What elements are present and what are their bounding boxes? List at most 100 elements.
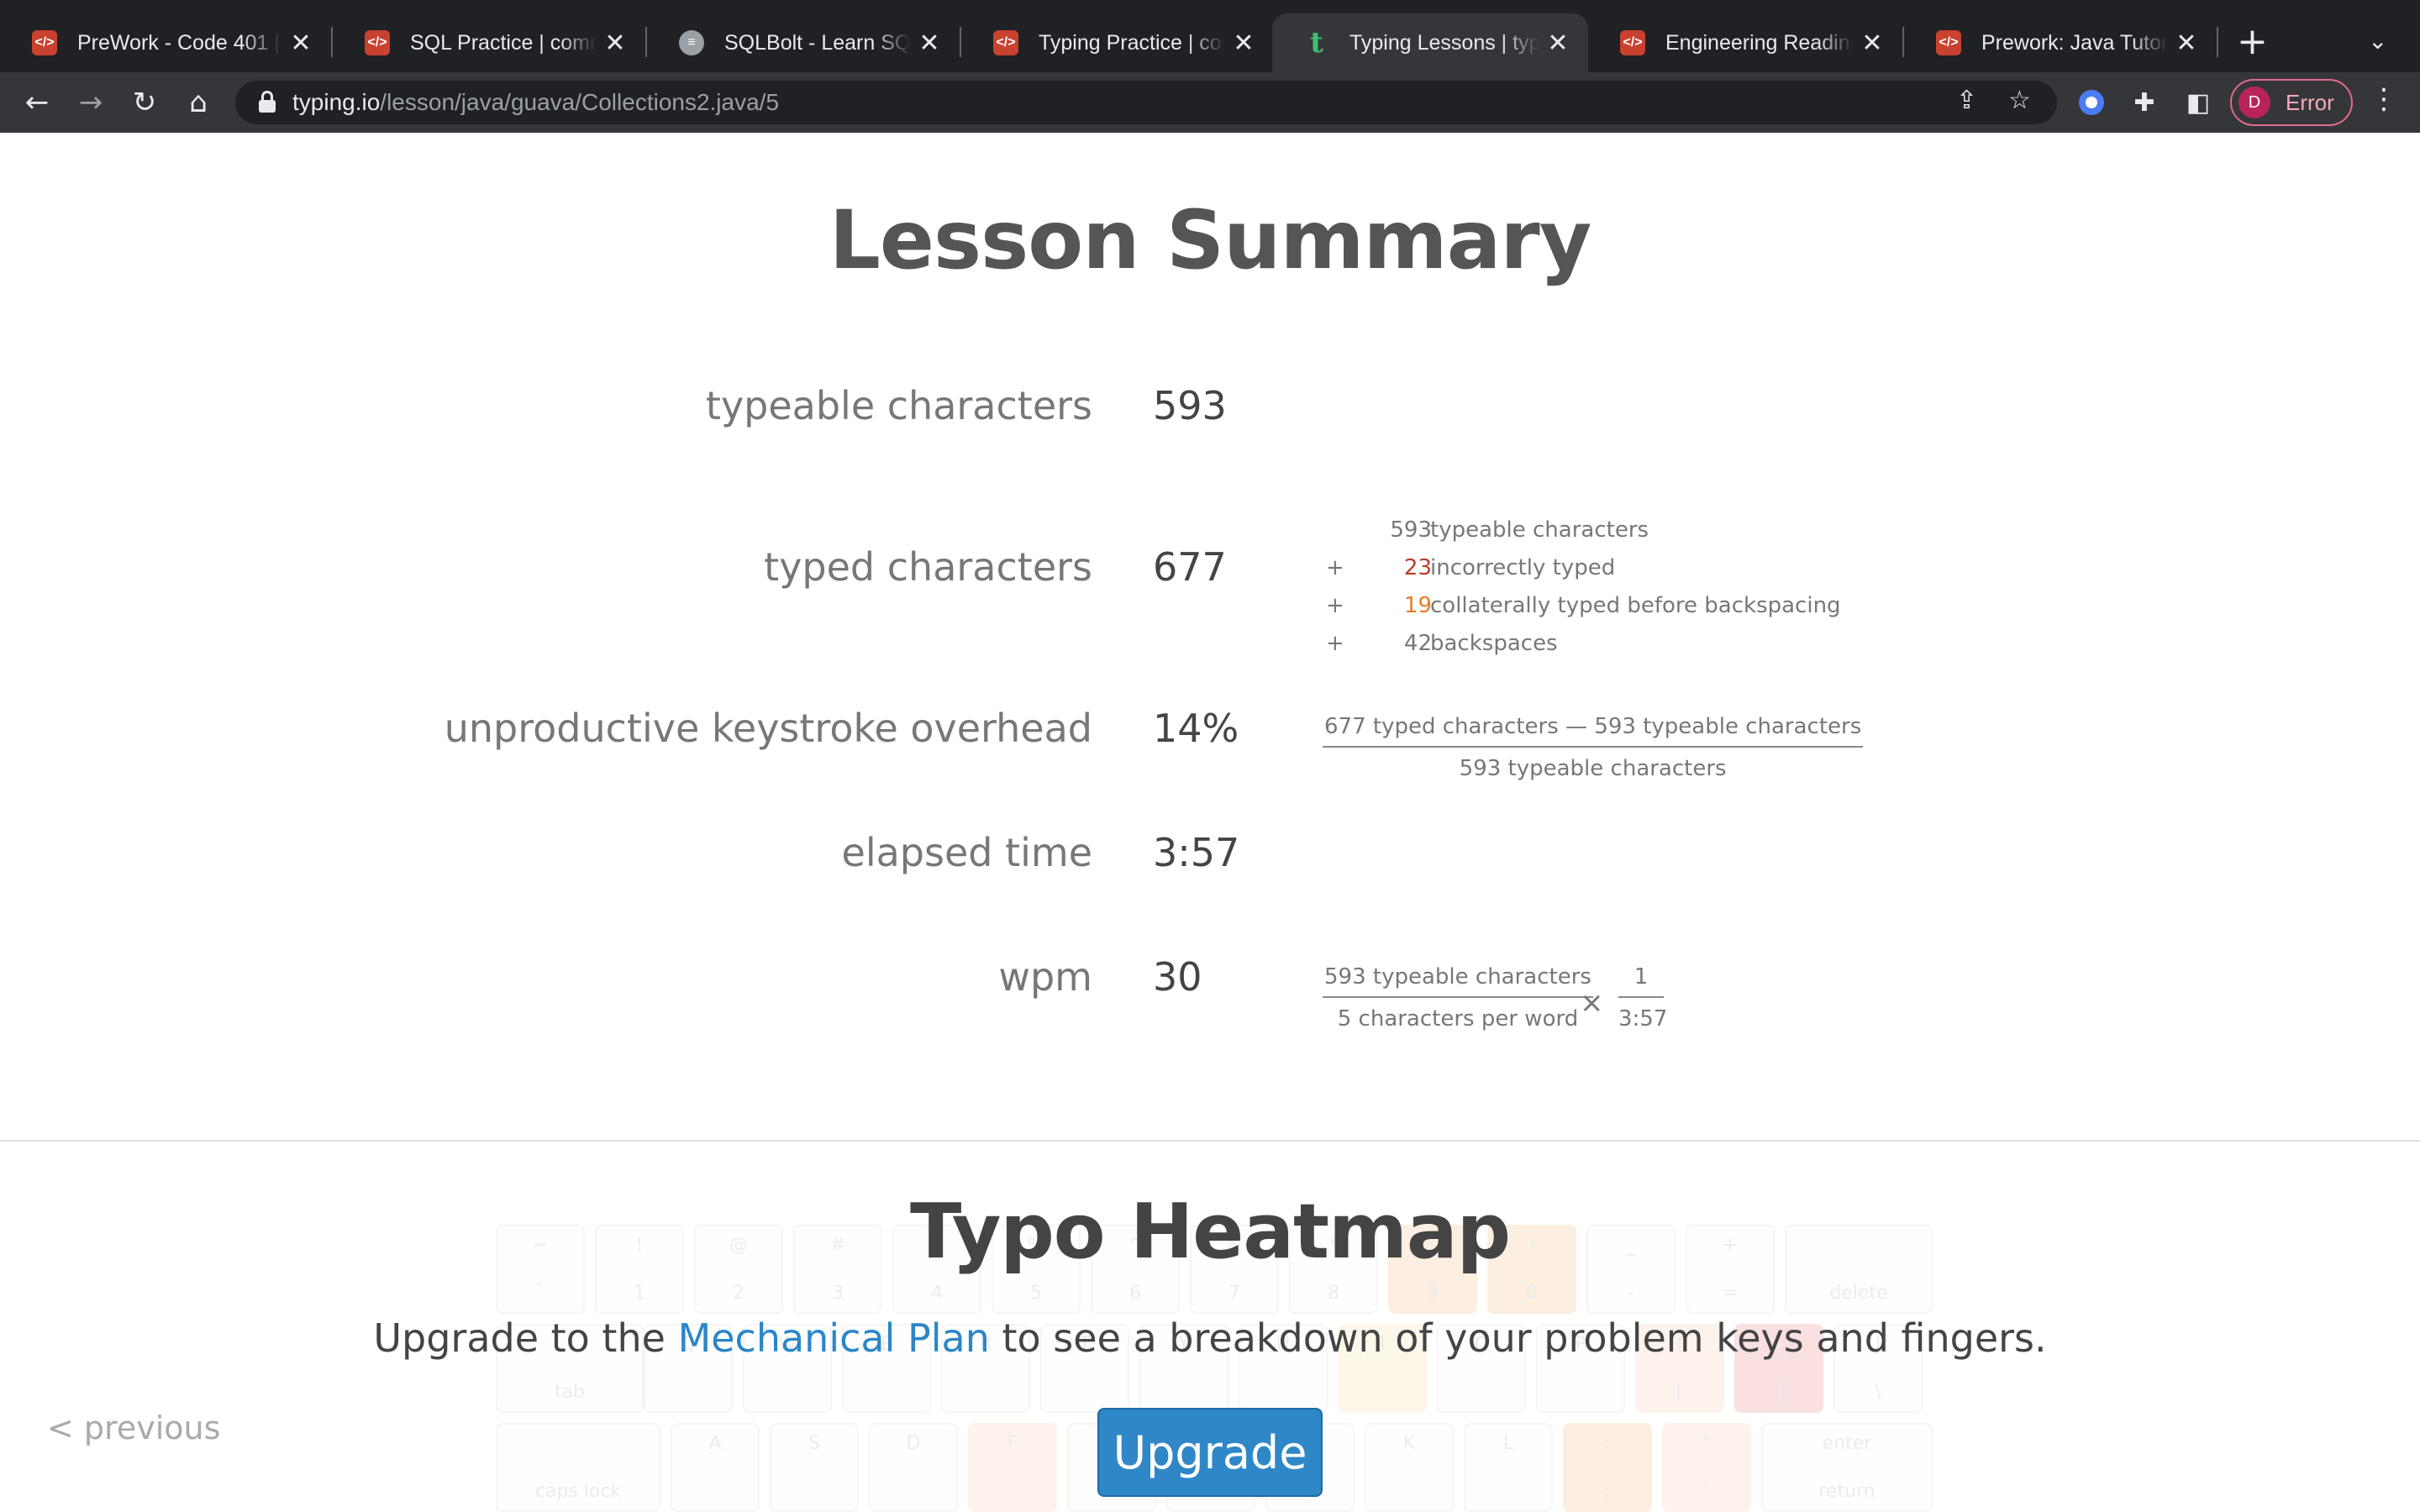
tab-strip: </> PreWork - Code 401 | ✕ </> SQL Pract…: [0, 0, 2420, 72]
page-content: Lesson Summary typeable characters 593 t…: [0, 133, 2420, 1512]
typing-io-icon: t: [1310, 26, 1323, 60]
url-host: typing.io: [292, 89, 381, 115]
overhead-formula: 677 typed characters — 593 typeable char…: [1323, 714, 1864, 781]
typeable-characters-label: typeable characters: [705, 383, 1092, 428]
wpm-denominator: 5 characters per word: [1337, 1006, 1579, 1032]
breakdown-count-collateral: 19: [1403, 593, 1432, 618]
url-text[interactable]: typing.io/lesson/java/guava/Collections2…: [292, 89, 779, 116]
side-panel-icon[interactable]: ◧: [2180, 84, 2217, 121]
breakdown-text: typeable characters: [1430, 517, 1649, 543]
keyboard-key: caps lock: [496, 1423, 660, 1512]
breakdown-count-incorrect: 23: [1403, 555, 1432, 580]
forward-arrow-icon[interactable]: →: [72, 84, 109, 121]
url-path: /lesson/java/guava/Collections2.java/5: [380, 89, 780, 115]
lesson-summary-title: Lesson Summary: [829, 193, 1592, 287]
close-icon[interactable]: ✕: [603, 29, 627, 58]
plus-sign: +: [1326, 631, 1344, 656]
multiply-sign: ×: [1580, 986, 1604, 1020]
avatar: D: [2238, 87, 2270, 118]
section-divider: [0, 1140, 2420, 1142]
mechanical-plan-link[interactable]: Mechanical Plan: [678, 1315, 990, 1361]
reload-icon[interactable]: ↻: [126, 84, 163, 121]
lock-icon[interactable]: [259, 91, 276, 113]
tab-sql-practice[interactable]: </> SQL Practice | comm ✕: [333, 13, 645, 72]
overhead-label: unproductive keystroke overhead: [444, 706, 1092, 751]
wpm-numerator: 593 typeable characters: [1323, 964, 1593, 998]
keyboard-key: A: [671, 1423, 760, 1512]
kebab-menu-icon[interactable]: ⋮: [2370, 82, 2398, 116]
tab-title: Typing Practice | com: [1039, 30, 1225, 55]
code-fellows-icon: </>: [32, 30, 57, 55]
upgrade-button[interactable]: Upgrade: [1097, 1408, 1323, 1497]
browser-toolbar: ← → ↻ ⌂ typing.io/lesson/java/guava/Coll…: [0, 72, 2420, 133]
back-arrow-icon[interactable]: ←: [18, 84, 55, 121]
tab-title: Typing Lessons | typi: [1349, 30, 1539, 55]
tab-title: Engineering Readings: [1665, 30, 1854, 55]
profile-button[interactable]: D Error: [2230, 79, 2353, 126]
upgrade-text-after: to see a breakdown of your problem keys …: [989, 1315, 2047, 1361]
profile-status-label: Error: [2286, 89, 2334, 115]
typed-characters-value: 677: [1153, 544, 1227, 590]
overhead-denominator: 593 typeable characters: [1459, 756, 1727, 781]
wpm-formula-left: 593 typeable characters 5 characters per…: [1323, 964, 1593, 1032]
database-icon: ≡: [679, 30, 704, 55]
code-fellows-icon: </>: [993, 30, 1018, 55]
keyboard-key: F: [968, 1423, 1057, 1512]
overhead-numerator: 677 typed characters — 593 typeable char…: [1323, 714, 1864, 748]
typed-characters-label: typed characters: [764, 544, 1092, 590]
keyboard-key: S: [770, 1423, 859, 1512]
close-icon[interactable]: ✕: [1546, 29, 1570, 58]
tab-title: SQLBolt - Learn SQL: [724, 30, 911, 55]
tab-prework[interactable]: </> PreWork - Code 401 | ✕: [0, 13, 331, 72]
home-icon[interactable]: ⌂: [180, 84, 217, 121]
tab-typing-practice[interactable]: </> Typing Practice | com ✕: [961, 13, 1274, 72]
code-fellows-icon: </>: [365, 30, 390, 55]
elapsed-time-label: elapsed time: [841, 830, 1092, 875]
close-icon[interactable]: ✕: [289, 29, 313, 58]
tab-separator: [2217, 27, 2218, 57]
wpm-numerator-2: 1: [1618, 964, 1664, 998]
typeable-characters-value: 593: [1153, 383, 1227, 428]
code-fellows-icon: </>: [1620, 30, 1645, 55]
tab-title: Prework: Java Tutoria: [1981, 30, 2168, 55]
tab-typing-lessons[interactable]: t Typing Lessons | typi ✕: [1272, 13, 1588, 72]
keyboard-key: K: [1365, 1423, 1454, 1512]
tab-search-chevron-icon[interactable]: ⌄: [2368, 27, 2387, 55]
new-tab-button[interactable]: +: [2237, 20, 2268, 63]
extensions-puzzle-icon[interactable]: ✚: [2126, 84, 2163, 121]
tab-engineering-readings[interactable]: </> Engineering Readings ✕: [1588, 13, 1902, 72]
close-icon[interactable]: ✕: [1860, 29, 1884, 58]
wpm-formula-right: 1 3:57: [1618, 964, 1668, 1032]
plus-sign: +: [1326, 555, 1344, 580]
breakdown-count: 593: [1390, 517, 1432, 543]
wpm-label: wpm: [998, 954, 1092, 1000]
share-icon[interactable]: ⇪: [1956, 86, 1977, 115]
upgrade-text-before: Upgrade to the: [373, 1315, 678, 1361]
tab-sqlbolt[interactable]: ≡ SQLBolt - Learn SQL ✕: [647, 13, 960, 72]
breakdown-count: 42: [1403, 631, 1432, 656]
tab-title: SQL Practice | comm: [410, 30, 597, 55]
overhead-value: 14%: [1153, 706, 1239, 751]
plus-sign: +: [1326, 593, 1344, 618]
bookmark-star-icon[interactable]: ☆: [2008, 86, 2031, 115]
wpm-value: 30: [1153, 954, 1202, 1000]
close-icon[interactable]: ✕: [1232, 29, 1255, 58]
tab-title: PreWork - Code 401 |: [77, 30, 280, 55]
keyboard-key: enter return: [1761, 1423, 1933, 1512]
breakdown-text: backspaces: [1430, 631, 1558, 656]
previous-lesson-link[interactable]: < previous: [47, 1410, 220, 1446]
keyboard-key: L: [1464, 1423, 1553, 1512]
upgrade-message: Upgrade to the Mechanical Plan to see a …: [0, 1315, 2420, 1361]
keyboard-key: " ': [1662, 1423, 1751, 1512]
close-icon[interactable]: ✕: [918, 29, 941, 58]
keyboard-key: D: [869, 1423, 958, 1512]
breakdown-text: incorrectly typed: [1430, 555, 1616, 580]
tab-java-tutorial[interactable]: </> Prework: Java Tutoria ✕: [1904, 13, 2217, 72]
elapsed-time-value: 3:57: [1153, 830, 1240, 875]
close-icon[interactable]: ✕: [2175, 29, 2198, 58]
address-bar[interactable]: typing.io/lesson/java/guava/Collections2…: [235, 81, 2057, 124]
keyboard-key: :;: [1563, 1423, 1652, 1512]
wpm-denominator-2: 3:57: [1618, 1006, 1668, 1032]
extension-circle-icon[interactable]: [2079, 90, 2104, 115]
typo-heatmap-title: Typo Heatmap: [909, 1188, 1511, 1276]
